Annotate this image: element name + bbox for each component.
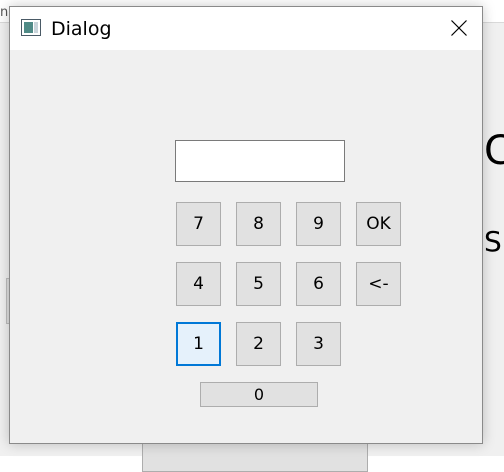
key-6-button[interactable]: 6 bbox=[296, 262, 341, 306]
backspace-button[interactable]: <- bbox=[356, 262, 401, 306]
close-button[interactable] bbox=[436, 7, 482, 50]
key-3-button[interactable]: 3 bbox=[296, 322, 341, 366]
dialog-app-icon bbox=[21, 19, 41, 36]
key-1-button[interactable]: 1 bbox=[176, 322, 221, 366]
ok-button[interactable]: OK bbox=[356, 202, 401, 246]
background-heading-text: C bbox=[484, 128, 504, 174]
window-title: Dialog bbox=[51, 18, 112, 40]
key-2-button[interactable]: 2 bbox=[236, 322, 281, 366]
key-9-button[interactable]: 9 bbox=[296, 202, 341, 246]
background-subtext: S bbox=[484, 225, 502, 258]
dialog-window: Dialog 7 8 9 OK 4 5 6 <- 1 2 3 0 bbox=[9, 6, 483, 444]
keypad-display-input[interactable] bbox=[175, 140, 345, 182]
title-bar[interactable]: Dialog bbox=[10, 7, 482, 50]
key-5-button[interactable]: 5 bbox=[236, 262, 281, 306]
key-0-button[interactable]: 0 bbox=[200, 382, 318, 407]
background-topbar-text: n bbox=[0, 5, 9, 20]
key-7-button[interactable]: 7 bbox=[176, 202, 221, 246]
key-4-button[interactable]: 4 bbox=[176, 262, 221, 306]
key-8-button[interactable]: 8 bbox=[236, 202, 281, 246]
background-button[interactable] bbox=[142, 440, 368, 472]
close-icon bbox=[451, 20, 467, 36]
